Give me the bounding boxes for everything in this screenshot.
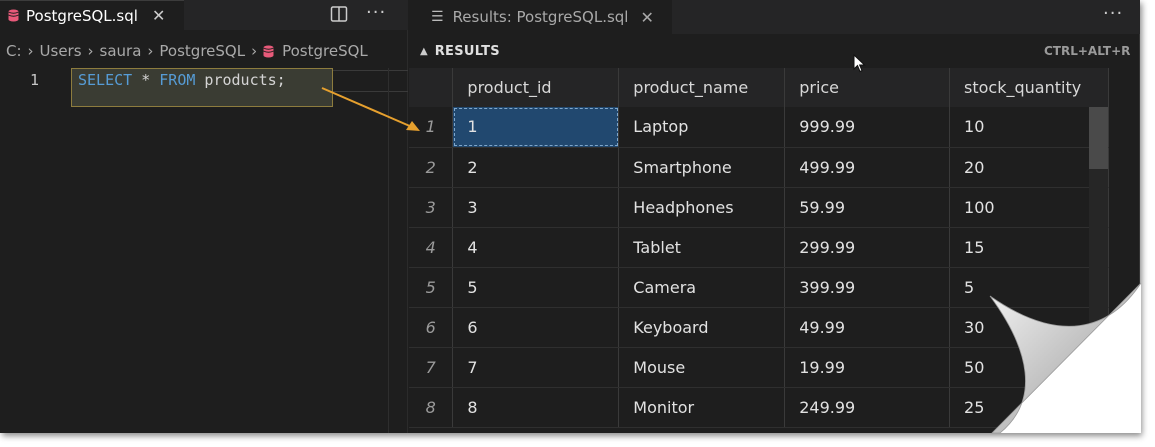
table-cell[interactable]: 25	[949, 387, 1109, 428]
row-number[interactable]: 6	[409, 307, 454, 348]
close-icon[interactable]: ✕	[640, 8, 653, 27]
table-row[interactable]: 6 6 Keyboard 49.99 30	[409, 307, 1109, 348]
breadcrumb-item-drive[interactable]: C:	[6, 42, 22, 60]
row-number[interactable]: 5	[409, 267, 454, 308]
annotation-arrow-icon	[321, 87, 420, 131]
table-cell[interactable]: 2	[452, 147, 620, 188]
table-row[interactable]: 2 2 Smartphone 499.99 20	[409, 147, 1109, 188]
table-row[interactable]: 1 1 Laptop 999.99 10	[409, 107, 1109, 148]
table-cell[interactable]: 499.99	[784, 147, 951, 188]
breadcrumb-item-user[interactable]: saura	[100, 42, 142, 60]
keyword-select: SELECT	[78, 71, 133, 89]
keyword-from: FROM	[159, 71, 196, 89]
line-number: 1	[30, 71, 40, 89]
table-row[interactable]: 4 4 Tablet 299.99 15	[409, 227, 1109, 268]
table-cell[interactable]: 3	[452, 187, 620, 228]
table-cell[interactable]: Smartphone	[618, 147, 786, 188]
row-number[interactable]: 7	[409, 347, 454, 388]
results-tab[interactable]: ☰ Results: PostgreSQL.sql ✕	[409, 0, 672, 34]
editor-tab-bar: PostgreSQL.sql ✕ ···	[0, 0, 408, 30]
row-number[interactable]: 2	[409, 147, 454, 188]
table-cell[interactable]: 1	[452, 107, 620, 148]
sql-editor: PostgreSQL.sql ✕ ··· C: › Users › saura …	[0, 0, 408, 433]
grid-scrollbar-thumb[interactable]	[1089, 107, 1108, 169]
chevron-right-icon: ›	[147, 42, 154, 60]
table-cell[interactable]: 30	[949, 307, 1109, 348]
results-pane: ☰ Results: PostgreSQL.sql ✕ ··· ▲ RESULT…	[409, 0, 1140, 433]
breadcrumb-item-file[interactable]: PostgreSQL	[282, 42, 368, 60]
table-cell[interactable]: 50	[949, 347, 1109, 388]
table-cell[interactable]: 20	[949, 147, 1109, 188]
table-cell[interactable]: 59.99	[784, 187, 951, 228]
more-actions-icon[interactable]: ···	[1103, 3, 1123, 24]
more-actions-icon[interactable]: ···	[366, 2, 386, 23]
results-section-header[interactable]: ▲ RESULTS CTRL+ALT+R	[409, 39, 1140, 63]
results-tab-bar: ☰ Results: PostgreSQL.sql ✕ ···	[409, 0, 1140, 34]
table-cell[interactable]: 15	[949, 227, 1109, 268]
preview-icon: ☰	[431, 9, 444, 25]
table-cell[interactable]: 5	[452, 267, 620, 308]
table-row[interactable]: 5 5 Camera 399.99 5	[409, 267, 1109, 308]
table-cell[interactable]: 249.99	[784, 387, 951, 428]
table-cell[interactable]: 100	[949, 187, 1109, 228]
chevron-right-icon: ›	[87, 42, 94, 60]
results-grid: product_id product_name price stock_quan…	[409, 68, 1109, 428]
table-cell[interactable]: 7	[452, 347, 620, 388]
table-row[interactable]: 7 7 Mouse 19.99 50	[409, 347, 1109, 388]
table-cell[interactable]: Camera	[618, 267, 786, 308]
results-tab-label: Results: PostgreSQL.sql	[452, 8, 629, 26]
results-shortcut-hint: CTRL+ALT+R	[1044, 44, 1131, 58]
row-number[interactable]: 3	[409, 187, 454, 228]
breadcrumb-item-folder[interactable]: PostgreSQL	[159, 42, 245, 60]
table-cell[interactable]: Keyboard	[618, 307, 786, 348]
breadcrumb: C: › Users › saura › PostgreSQL › Postgr…	[6, 40, 368, 62]
table-cell[interactable]: 19.99	[784, 347, 951, 388]
table-cell[interactable]: 6	[452, 307, 620, 348]
pane-divider	[1139, 34, 1140, 433]
close-icon[interactable]: ✕	[152, 6, 165, 25]
editor-tab-postgresql-sql[interactable]: PostgreSQL.sql ✕	[0, 0, 184, 30]
table-row[interactable]: 8 8 Monitor 249.99 25	[409, 387, 1109, 428]
row-number[interactable]: 8	[409, 387, 454, 428]
table-cell[interactable]: 299.99	[784, 227, 951, 268]
row-number[interactable]: 4	[409, 227, 454, 268]
table-cell[interactable]: 10	[949, 107, 1109, 148]
grid-header-row: product_id product_name price stock_quan…	[409, 68, 1109, 107]
editor-tab-label: PostgreSQL.sql	[26, 6, 138, 25]
table-cell[interactable]: 49.99	[784, 307, 951, 348]
mouse-cursor-icon	[853, 54, 866, 73]
table-row[interactable]: 3 3 Headphones 59.99 100	[409, 187, 1109, 228]
table-cell[interactable]: 999.99	[784, 107, 951, 148]
table-cell[interactable]: 5	[949, 267, 1109, 308]
collapse-caret-icon[interactable]: ▲	[420, 46, 428, 57]
column-header-price[interactable]: price	[784, 68, 951, 107]
vscode-window: PostgreSQL.sql ✕ ··· C: › Users › saura …	[0, 0, 1140, 433]
code-star: *	[132, 71, 160, 89]
table-cell[interactable]: 8	[452, 387, 620, 428]
table-cell[interactable]: Headphones	[618, 187, 786, 228]
table-cell[interactable]: Monitor	[618, 387, 786, 428]
database-icon	[8, 9, 19, 22]
column-header-product-id[interactable]: product_id	[452, 68, 620, 107]
code-table-name: products;	[195, 71, 286, 89]
split-editor-icon[interactable]	[330, 5, 350, 25]
sql-query-line[interactable]: SELECT * FROM products;	[78, 71, 286, 89]
column-header-product-name[interactable]: product_name	[618, 68, 786, 107]
table-cell[interactable]: Laptop	[618, 107, 786, 148]
table-cell[interactable]: 399.99	[784, 267, 951, 308]
table-cell[interactable]: 4	[452, 227, 620, 268]
chevron-right-icon: ›	[27, 42, 34, 60]
chevron-right-icon: ›	[251, 42, 258, 60]
table-cell[interactable]: Tablet	[618, 227, 786, 268]
database-icon	[263, 45, 274, 58]
results-section-title: RESULTS	[434, 43, 500, 59]
breadcrumb-item-users[interactable]: Users	[40, 42, 82, 60]
column-header-stock-quantity[interactable]: stock_quantity	[949, 68, 1109, 107]
table-cell[interactable]: Mouse	[618, 347, 786, 388]
